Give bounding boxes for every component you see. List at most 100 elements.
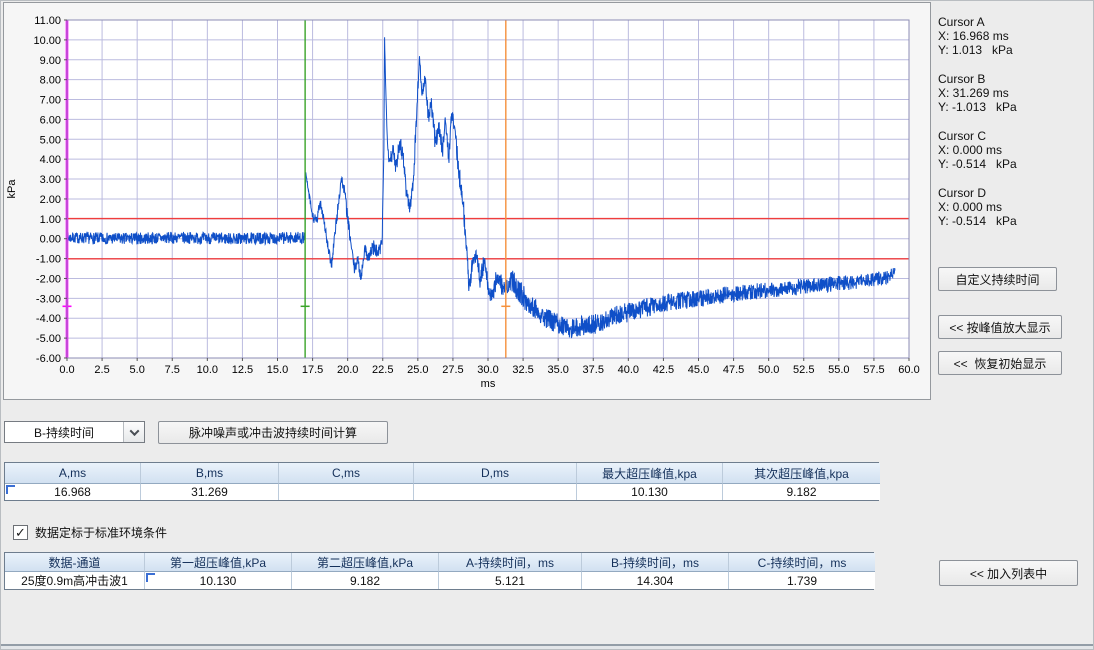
svg-text:52.5: 52.5 bbox=[793, 364, 814, 376]
x-axis-label: ms bbox=[481, 378, 496, 390]
cursor-table: A,ms B,ms C,ms D,ms 最大超压峰值,kpa 其次超压峰值,kp… bbox=[4, 462, 879, 501]
svg-text:-3.00: -3.00 bbox=[36, 293, 61, 305]
svg-text:-1.00: -1.00 bbox=[36, 254, 61, 266]
svg-text:57.5: 57.5 bbox=[863, 364, 884, 376]
cursor-label: Cursor C bbox=[938, 129, 1088, 143]
cursor-table-data-row: 16.968 31.269 10.130 9.182 bbox=[5, 484, 878, 500]
svg-text:42.5: 42.5 bbox=[653, 364, 674, 376]
cursor-y-value: Y: 1.013 kPa bbox=[938, 43, 1088, 57]
y-axis-label: kPa bbox=[6, 179, 18, 199]
svg-text:0.0: 0.0 bbox=[59, 364, 74, 376]
cursor-y-value: Y: -0.514 kPa bbox=[938, 157, 1088, 171]
column-header: B-持续时间，ms bbox=[582, 553, 729, 572]
table-cell[interactable]: 25度0.9m高冲击波1 bbox=[5, 572, 145, 589]
svg-text:-6.00: -6.00 bbox=[36, 353, 61, 365]
svg-text:0.00: 0.00 bbox=[40, 234, 61, 246]
svg-text:25.0: 25.0 bbox=[407, 364, 428, 376]
svg-text:12.5: 12.5 bbox=[232, 364, 253, 376]
svg-text:50.0: 50.0 bbox=[758, 364, 779, 376]
table-cell[interactable]: 5.121 bbox=[439, 572, 582, 589]
result-table-header-row: 数据-通道 第一超压峰值,kPa 第二超压峰值,kPa A-持续时间，ms B-… bbox=[5, 553, 873, 572]
cursor-a-readout: Cursor A X: 16.968 ms Y: 1.013 kPa bbox=[938, 15, 1088, 57]
svg-text:47.5: 47.5 bbox=[723, 364, 744, 376]
custom-duration-button[interactable]: 自定义持续时间 bbox=[938, 267, 1057, 291]
cursor-x-value: X: 0.000 ms bbox=[938, 200, 1088, 214]
table-cell[interactable]: 14.304 bbox=[582, 572, 729, 589]
table-cell[interactable]: 1.739 bbox=[729, 572, 875, 589]
column-header: 最大超压峰值,kpa bbox=[577, 463, 723, 484]
svg-text:55.0: 55.0 bbox=[828, 364, 849, 376]
svg-text:-5.00: -5.00 bbox=[36, 333, 61, 345]
standard-conditions-checkbox[interactable]: ✓ bbox=[13, 525, 28, 540]
column-header: A,ms bbox=[5, 463, 141, 484]
cursor-info-panel: Cursor A X: 16.968 ms Y: 1.013 kPa Curso… bbox=[938, 15, 1088, 243]
cursor-y-value: Y: -1.013 kPa bbox=[938, 100, 1088, 114]
svg-text:-2.00: -2.00 bbox=[36, 273, 61, 285]
table-cell[interactable]: 9.182 bbox=[723, 484, 880, 500]
svg-text:3.00: 3.00 bbox=[40, 174, 61, 186]
svg-text:2.00: 2.00 bbox=[40, 194, 61, 206]
window-bottom-edge bbox=[1, 644, 1093, 649]
waveform-chart-panel: 0.02.55.07.510.012.515.017.520.022.525.0… bbox=[3, 2, 931, 400]
table-cell[interactable]: 16.968 bbox=[5, 484, 141, 500]
svg-text:8.00: 8.00 bbox=[40, 75, 61, 87]
x-axis: 0.02.55.07.510.012.515.017.520.022.525.0… bbox=[59, 358, 919, 390]
add-to-list-button[interactable]: << 加入列表中 bbox=[939, 560, 1078, 586]
checkmark-icon: ✓ bbox=[15, 526, 26, 539]
svg-text:10.00: 10.00 bbox=[33, 35, 61, 47]
app-window: 0.02.55.07.510.012.515.017.520.022.525.0… bbox=[0, 0, 1094, 650]
duration-type-select[interactable]: B-持续时间 bbox=[4, 421, 145, 443]
standard-conditions-row: ✓ 数据定标于标准环境条件 bbox=[13, 524, 167, 541]
svg-text:5.0: 5.0 bbox=[130, 364, 145, 376]
zoom-to-peak-button[interactable]: << 按峰值放大显示 bbox=[938, 315, 1062, 339]
column-header: 第一超压峰值,kPa bbox=[145, 553, 292, 572]
column-header: C,ms bbox=[279, 463, 414, 484]
column-header: C-持续时间，ms bbox=[729, 553, 875, 572]
standard-conditions-label: 数据定标于标准环境条件 bbox=[35, 524, 167, 541]
restore-initial-view-button[interactable]: << 恢复初始显示 bbox=[938, 351, 1062, 375]
column-header: A-持续时间，ms bbox=[439, 553, 582, 572]
table-cell[interactable]: 10.130 bbox=[577, 484, 723, 500]
table-cell[interactable]: 9.182 bbox=[292, 572, 439, 589]
table-cell[interactable] bbox=[414, 484, 577, 500]
svg-text:45.0: 45.0 bbox=[688, 364, 709, 376]
svg-text:27.5: 27.5 bbox=[442, 364, 463, 376]
cursor-label: Cursor D bbox=[938, 186, 1088, 200]
svg-text:6.00: 6.00 bbox=[40, 114, 61, 126]
svg-text:11.00: 11.00 bbox=[34, 15, 61, 27]
y-axis: -6.00-5.00-4.00-3.00-2.00-1.000.001.002.… bbox=[6, 15, 67, 365]
column-header: 第二超压峰值,kPa bbox=[292, 553, 439, 572]
table-cell[interactable]: 31.269 bbox=[141, 484, 279, 500]
cursor-x-value: X: 31.269 ms bbox=[938, 86, 1088, 100]
svg-text:20.0: 20.0 bbox=[337, 364, 358, 376]
svg-text:7.00: 7.00 bbox=[40, 95, 61, 107]
svg-text:32.5: 32.5 bbox=[512, 364, 533, 376]
result-table: 数据-通道 第一超压峰值,kPa 第二超压峰值,kPa A-持续时间，ms B-… bbox=[4, 552, 874, 590]
result-table-data-row: 25度0.9m高冲击波1 10.130 9.182 5.121 14.304 1… bbox=[5, 572, 873, 589]
svg-text:2.5: 2.5 bbox=[94, 364, 109, 376]
cursor-x-value: X: 0.000 ms bbox=[938, 143, 1088, 157]
svg-text:5.00: 5.00 bbox=[40, 134, 61, 146]
chevron-down-icon[interactable] bbox=[123, 422, 144, 442]
column-header: B,ms bbox=[141, 463, 279, 484]
svg-text:1.00: 1.00 bbox=[40, 214, 61, 226]
cursor-x-value: X: 16.968 ms bbox=[938, 29, 1088, 43]
table-cell[interactable] bbox=[279, 484, 414, 500]
column-header: 其次超压峰值,kpa bbox=[723, 463, 880, 484]
cursor-b-readout: Cursor B X: 31.269 ms Y: -1.013 kPa bbox=[938, 72, 1088, 114]
svg-text:37.5: 37.5 bbox=[583, 364, 604, 376]
svg-text:22.5: 22.5 bbox=[372, 364, 393, 376]
cursor-d-readout: Cursor D X: 0.000 ms Y: -0.514 kPa bbox=[938, 186, 1088, 228]
svg-text:30.0: 30.0 bbox=[477, 364, 498, 376]
duration-type-value: B-持续时间 bbox=[5, 422, 123, 442]
cursor-table-header-row: A,ms B,ms C,ms D,ms 最大超压峰值,kpa 其次超压峰值,kp… bbox=[5, 463, 878, 484]
cursor-c-readout: Cursor C X: 0.000 ms Y: -0.514 kPa bbox=[938, 129, 1088, 171]
svg-text:40.0: 40.0 bbox=[618, 364, 639, 376]
calc-duration-button[interactable]: 脉冲噪声或冲击波持续时间计算 bbox=[158, 421, 388, 444]
table-cell[interactable]: 10.130 bbox=[145, 572, 292, 589]
cursor-y-value: Y: -0.514 kPa bbox=[938, 214, 1088, 228]
waveform-chart[interactable]: 0.02.55.07.510.012.515.017.520.022.525.0… bbox=[4, 3, 930, 399]
svg-text:9.00: 9.00 bbox=[40, 55, 61, 67]
cursor-label: Cursor A bbox=[938, 15, 1088, 29]
svg-text:7.5: 7.5 bbox=[165, 364, 180, 376]
